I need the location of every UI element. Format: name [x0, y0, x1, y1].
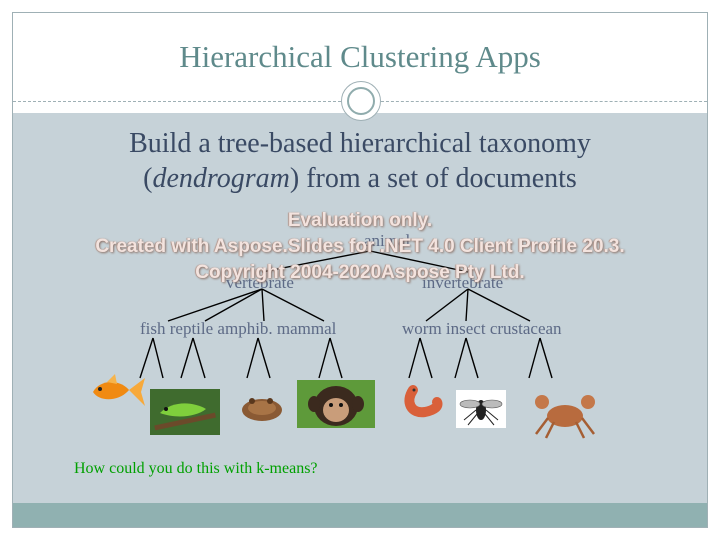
lizard-icon	[150, 389, 220, 435]
watermark-line3: Copyright 2004-2020Aspose Pty Ltd.	[195, 262, 525, 283]
branch-invertebrate-crustacean	[467, 288, 531, 322]
branch-vertebrate-fish	[167, 288, 263, 322]
kmeans-question: How could you do this with k-means?	[74, 460, 318, 477]
goldfish-icon	[93, 374, 145, 406]
fly-icon	[456, 390, 506, 428]
watermark-line2: Created with Aspose.Slides for .NET 4.0 …	[95, 236, 625, 257]
branch-vertebrate-amphib	[261, 288, 265, 322]
evaluation-watermark: Evaluation only. Created with Aspose.Sli…	[0, 208, 720, 286]
watermark-line1: Evaluation only.	[287, 210, 433, 231]
node-vertebrate-classes: fish reptile amphib. mammal	[140, 319, 337, 338]
branch-invertebrate-worm	[425, 288, 469, 322]
branch-vertebrate-mammal	[261, 288, 325, 322]
frog-icon	[242, 398, 282, 421]
branch-invertebrate-insect	[465, 288, 469, 322]
crab-icon	[535, 395, 595, 439]
worm-icon	[404, 385, 443, 418]
monkey-icon	[297, 380, 375, 428]
node-invertebrate-classes: worm insect crustacean	[402, 319, 562, 338]
